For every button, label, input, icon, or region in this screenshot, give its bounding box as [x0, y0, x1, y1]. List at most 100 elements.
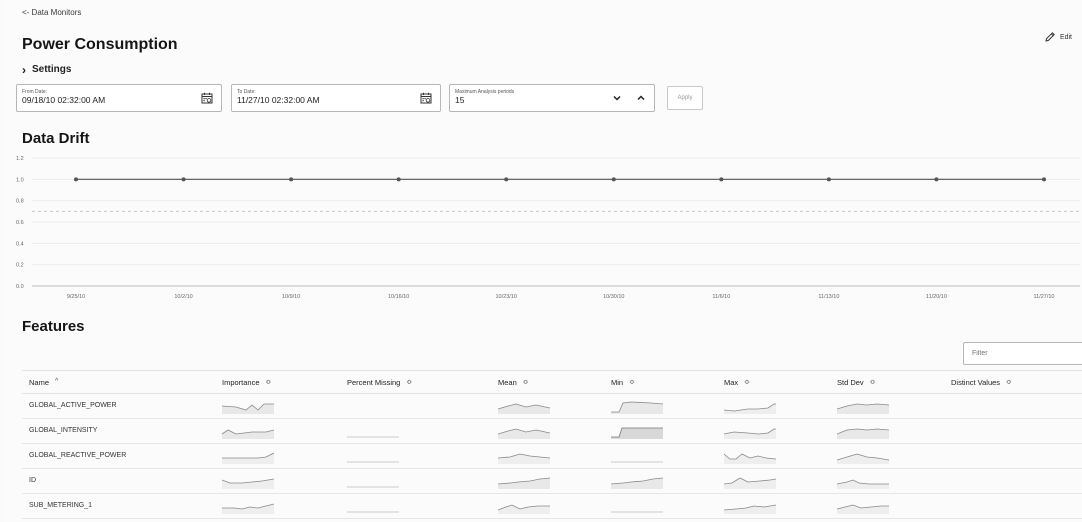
std-dev-sparkline	[837, 453, 889, 464]
mean-sparkline	[498, 504, 550, 514]
sort-asc-icon: ^	[55, 378, 59, 385]
col-header-percent-missing[interactable]: Percent Missing ≎	[347, 378, 412, 387]
settings-toggle[interactable]: › Settings	[22, 62, 72, 77]
x-tick-label: 10/9/10	[282, 294, 300, 300]
settings-label: Settings	[32, 64, 72, 75]
feature-name: SUB_METERING_1	[29, 502, 93, 509]
max-sparkline	[724, 453, 776, 464]
min-sparkline	[611, 401, 663, 414]
to-date-value: 11/27/10 02:32:00 AM	[237, 95, 320, 105]
filter-input[interactable]	[963, 342, 1082, 365]
table-row[interactable]: SUB_METERING_1	[22, 494, 1082, 519]
features-title: Features	[22, 318, 85, 335]
from-date-value: 09/18/10 02:32:00 AM	[22, 95, 106, 105]
feature-name: GLOBAL_INTENSITY	[29, 427, 98, 434]
col-header-name[interactable]: Name ^	[29, 378, 58, 387]
min-sparkline	[611, 427, 663, 439]
max-periods-select[interactable]: Maximum Analysis periods 15	[449, 84, 655, 112]
importance-sparkline	[222, 503, 274, 514]
col-header-distinct-values[interactable]: Distinct Values ≎	[951, 378, 1012, 387]
main-panel: <- Data Monitors Power Consumption Edit …	[6, 0, 1082, 522]
data-drift-chart: 0.0 0.2 0.4 0.6 0.8 1.0 1.2 9/25/10 10/2/10 10/9/…	[16, 156, 1080, 300]
max-sparkline	[724, 403, 776, 414]
table-row[interactable]: ID	[22, 469, 1082, 494]
x-tick-label: 10/30/10	[603, 294, 624, 300]
from-date-field[interactable]: From Date: 09/18/10 02:32:00 AM	[16, 84, 222, 112]
calendar-icon[interactable]	[420, 92, 432, 104]
feature-name: GLOBAL_ACTIVE_POWER	[29, 402, 117, 409]
max-sparkline	[724, 428, 776, 439]
table-row[interactable]: GLOBAL_INTENSITY	[22, 419, 1082, 444]
pencil-icon	[1045, 32, 1055, 42]
data-drift-title: Data Drift	[22, 130, 90, 147]
feature-name: ID	[29, 477, 36, 484]
sort-icon: ≎	[629, 379, 635, 386]
x-tick-label: 11/20/10	[926, 294, 947, 300]
chevron-down-icon[interactable]	[612, 93, 622, 103]
to-date-field[interactable]: To Date: 11/27/10 02:32:00 AM	[231, 84, 441, 112]
y-tick-label: 0.0	[16, 284, 24, 290]
sort-icon: ≎	[1006, 379, 1012, 386]
min-sparkline	[611, 461, 663, 463]
std-dev-sparkline	[837, 479, 889, 489]
y-tick-label: 1.0	[16, 177, 24, 183]
x-tick-label: 11/13/10	[818, 294, 839, 300]
table-header: Name ^ Importance ≎ Percent Missing ≎ Mean ≎…	[22, 370, 1082, 394]
mean-sparkline	[498, 453, 550, 464]
y-tick-label: 0.8	[16, 199, 24, 205]
importance-sparkline	[222, 478, 274, 489]
col-header-max[interactable]: Max ≎	[724, 378, 750, 387]
mean-sparkline	[498, 403, 550, 414]
table-row[interactable]: GLOBAL_REACTIVE_POWER	[22, 444, 1082, 469]
std-dev-sparkline	[837, 504, 889, 514]
y-tick-label: 0.2	[16, 263, 24, 269]
importance-sparkline	[222, 452, 274, 464]
drift-data-point	[934, 177, 939, 182]
col-header-mean[interactable]: Mean ≎	[498, 378, 529, 387]
x-tick-label: 9/25/10	[67, 294, 85, 300]
chevron-up-icon[interactable]	[636, 93, 646, 103]
drift-data-point	[289, 177, 294, 182]
std-dev-sparkline	[837, 403, 889, 414]
sort-icon: ≎	[744, 379, 751, 386]
drift-data-point	[611, 177, 616, 182]
drift-data-point	[74, 177, 78, 182]
edit-button[interactable]: Edit	[1044, 31, 1072, 43]
col-header-importance[interactable]: Importance ≎	[222, 378, 271, 387]
drift-data-point	[504, 177, 509, 182]
y-tick-label: 0.6	[16, 220, 24, 226]
col-header-std-dev[interactable]: Std Dev ≎	[837, 378, 876, 387]
feature-name: GLOBAL_REACTIVE_POWER	[29, 452, 127, 459]
sort-icon: ≎	[406, 379, 413, 386]
max-sparkline	[724, 504, 776, 514]
page-title: Power Consumption	[22, 36, 178, 53]
sort-icon: ≎	[265, 379, 272, 386]
edit-label: Edit	[1059, 33, 1072, 41]
percent-missing-sparkline	[347, 436, 399, 438]
std-dev-sparkline	[837, 428, 889, 439]
apply-button[interactable]: Apply	[667, 86, 703, 110]
percent-missing-sparkline	[347, 511, 399, 513]
max-sparkline	[724, 477, 776, 489]
calendar-icon[interactable]	[201, 92, 213, 104]
x-tick-label: 10/16/10	[388, 294, 409, 300]
importance-sparkline	[222, 429, 274, 439]
sort-icon: ≎	[522, 379, 529, 386]
chevron-right-icon: ›	[22, 62, 26, 77]
importance-sparkline	[222, 403, 274, 414]
x-tick-label: 10/2/10	[174, 294, 192, 300]
y-tick-label: 1.2	[16, 156, 24, 162]
percent-missing-sparkline	[347, 461, 399, 463]
x-tick-label: 10/23/10	[496, 294, 517, 300]
table-row[interactable]: GLOBAL_ACTIVE_POWER	[22, 394, 1082, 419]
drift-data-point	[1042, 177, 1046, 182]
x-tick-label: 11/6/10	[712, 294, 730, 300]
y-tick-label: 0.4	[16, 241, 24, 247]
drift-data-point	[719, 177, 724, 182]
mean-sparkline	[498, 428, 550, 439]
back-link[interactable]: <- Data Monitors	[22, 8, 81, 17]
x-tick-label: 11/27/10	[1033, 294, 1054, 300]
col-header-min[interactable]: Min ≎	[611, 378, 635, 387]
min-sparkline	[611, 477, 663, 489]
sort-icon: ≎	[869, 379, 876, 386]
